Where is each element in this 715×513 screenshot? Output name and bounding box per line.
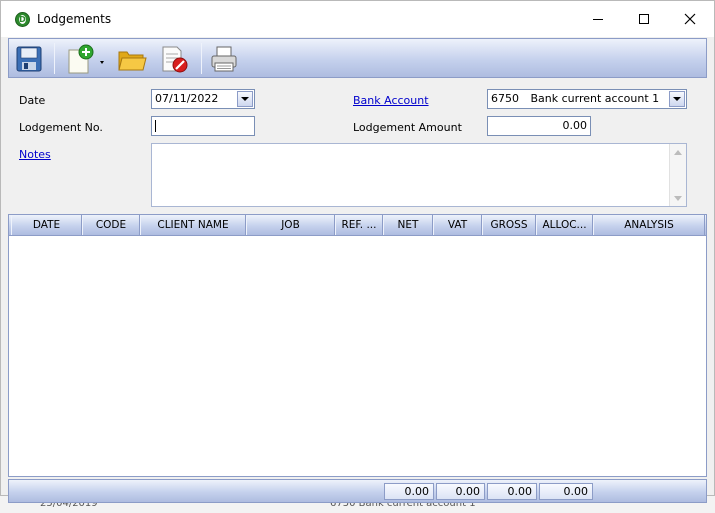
- bank-account-select[interactable]: 6750 Bank current account 1: [487, 89, 687, 109]
- close-button[interactable]: [667, 1, 713, 37]
- maximize-button[interactable]: [621, 1, 667, 37]
- total-net: 0.00: [384, 483, 434, 500]
- chevron-down-icon: [673, 97, 681, 101]
- total-alloc: 0.00: [539, 483, 593, 500]
- app-icon: D: [15, 12, 30, 27]
- notes-textarea[interactable]: [151, 143, 687, 207]
- lodgement-no-input[interactable]: [151, 116, 255, 136]
- minimize-icon: [593, 18, 603, 20]
- scroll-down-icon: [674, 195, 682, 201]
- title-bar[interactable]: D Lodgements: [1, 1, 714, 37]
- bank-account-name: Bank current account 1: [530, 92, 660, 105]
- lodgements-window: D Lodgements Date 07/11/2022 Lodgement N…: [0, 0, 715, 503]
- scroll-down-button[interactable]: [671, 191, 685, 205]
- minimize-button[interactable]: [575, 1, 621, 37]
- open-folder-icon: [118, 51, 147, 70]
- column-header-analysis[interactable]: ANALYSIS: [593, 215, 705, 235]
- open-button[interactable]: [115, 42, 149, 75]
- column-header-net[interactable]: NET: [383, 215, 433, 235]
- bank-account-code: 6750: [491, 92, 519, 105]
- save-icon: [16, 46, 42, 71]
- column-header-ref[interactable]: REF. ...: [335, 215, 383, 235]
- text-cursor: [155, 120, 156, 132]
- close-icon: [684, 13, 696, 25]
- lodgement-amount-label: Lodgement Amount: [353, 121, 462, 134]
- total-vat: 0.00: [436, 483, 485, 500]
- date-label: Date: [19, 94, 46, 107]
- date-picker[interactable]: 07/11/2022: [151, 89, 255, 109]
- scroll-up-icon: [674, 149, 682, 155]
- maximize-icon: [639, 14, 649, 24]
- bank-account-dropdown-button[interactable]: [669, 91, 685, 107]
- bank-account-link[interactable]: Bank Account: [353, 94, 429, 107]
- lodgement-grid[interactable]: DATE CODE CLIENT NAME JOB REF. ... NET V…: [8, 214, 707, 477]
- column-header-vat[interactable]: VAT: [433, 215, 482, 235]
- window-title: Lodgements: [37, 12, 112, 26]
- print-button[interactable]: [207, 42, 241, 75]
- delete-button[interactable]: [157, 42, 191, 75]
- column-header-client-name[interactable]: CLIENT NAME: [140, 215, 246, 235]
- column-header-gross[interactable]: GROSS: [482, 215, 536, 235]
- scroll-up-button[interactable]: [671, 145, 685, 159]
- delete-document-icon: [162, 46, 188, 72]
- lodgement-amount-value: 0.00: [562, 119, 588, 132]
- grid-header: DATE CODE CLIENT NAME JOB REF. ... NET V…: [9, 215, 706, 236]
- notes-link[interactable]: Notes: [19, 148, 51, 161]
- lodgement-amount-input[interactable]: 0.00: [487, 116, 591, 136]
- totals-footer: 0.00 0.00 0.00 0.00: [8, 479, 707, 503]
- print-icon: [211, 46, 237, 71]
- column-header-alloc[interactable]: ALLOC...: [536, 215, 593, 235]
- lodgement-no-label: Lodgement No.: [19, 121, 103, 134]
- notes-scrollbar[interactable]: [669, 144, 686, 206]
- column-header-date[interactable]: DATE: [11, 215, 82, 235]
- date-value: 07/11/2022: [155, 92, 219, 105]
- toolbar: [8, 38, 707, 78]
- date-dropdown-button[interactable]: [237, 91, 253, 107]
- toolbar-separator: [54, 43, 55, 74]
- new-button[interactable]: [61, 42, 109, 75]
- chevron-down-icon: [241, 97, 249, 101]
- total-gross: 0.00: [487, 483, 537, 500]
- save-button[interactable]: [12, 42, 46, 75]
- toolbar-separator: [201, 43, 202, 74]
- column-header-code[interactable]: CODE: [82, 215, 140, 235]
- column-header-job[interactable]: JOB: [246, 215, 335, 235]
- new-document-icon: [68, 44, 104, 73]
